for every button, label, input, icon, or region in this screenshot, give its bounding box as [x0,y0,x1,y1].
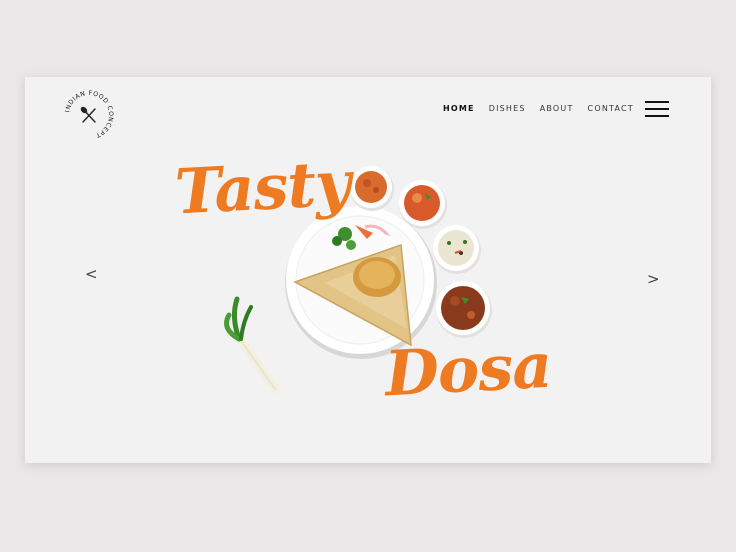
leek-image [224,296,280,394]
hero-title-line1: Tasty [173,146,352,229]
food-illustration [224,166,492,394]
bowl-chutney-powder [350,166,394,211]
hero-card: INDIAN FOOD CONCEPT HOME DISHES ABOUT CO… [25,77,711,463]
bowl-coconut-chutney [433,225,481,274]
bowl-tomato-curry [399,180,447,229]
bowl-sambar [436,281,492,338]
hero-title-line2: Dosa [383,328,553,411]
